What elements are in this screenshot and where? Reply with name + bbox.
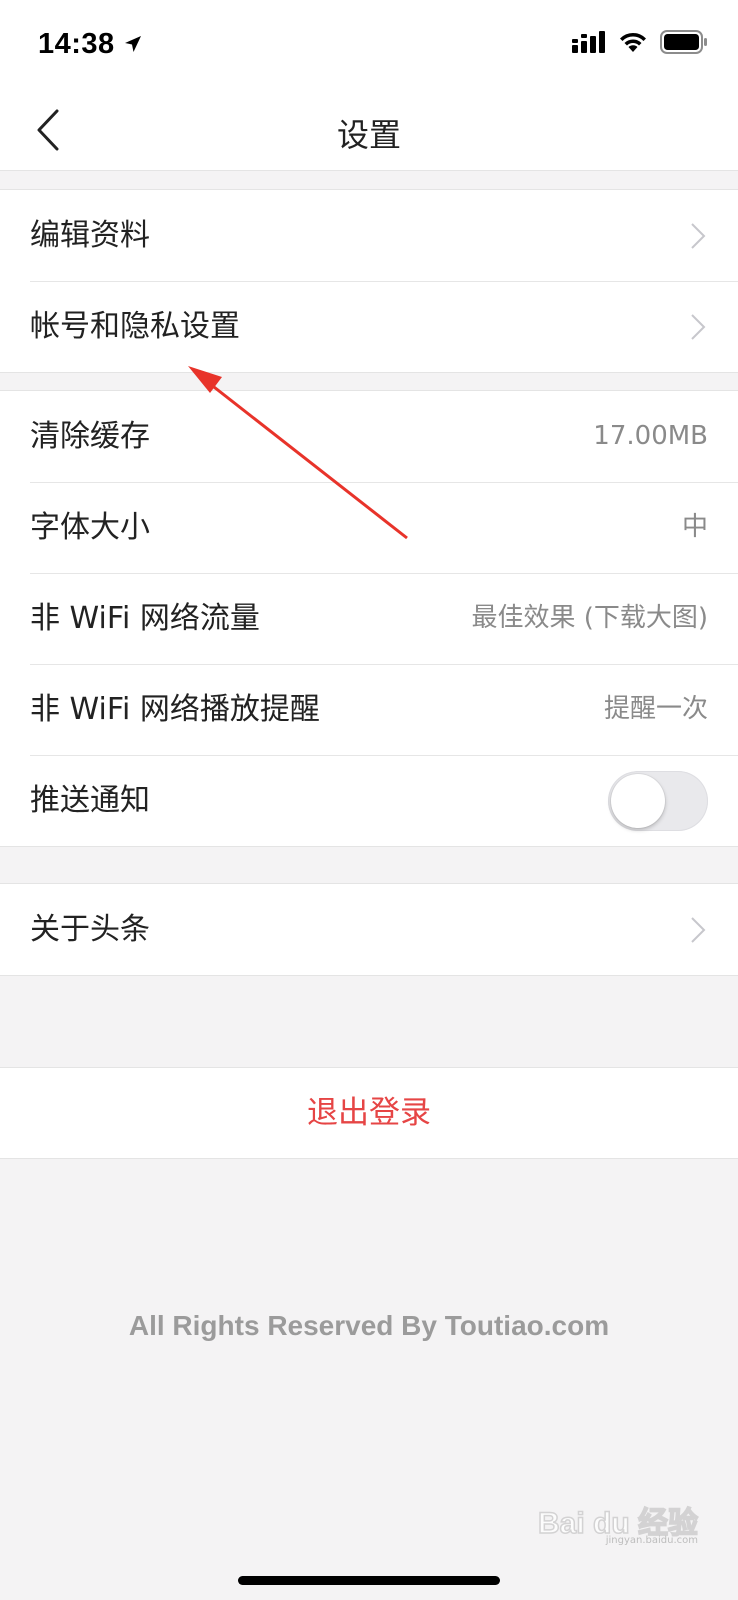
edit-profile-label: 编辑资料 <box>30 218 150 253</box>
account-privacy-row[interactable]: 帐号和隐私设置 <box>0 281 738 372</box>
font-size-label: 字体大小 <box>30 510 150 545</box>
account-privacy-label: 帐号和隐私设置 <box>30 309 240 344</box>
copyright-text: All Rights Reserved By Toutiao.com <box>128 1310 610 1341</box>
edit-profile-row[interactable]: 编辑资料 <box>0 190 738 281</box>
battery-icon <box>660 30 707 54</box>
push-notification-toggle[interactable] <box>608 771 708 831</box>
non-wifi-play-alert-row[interactable]: 非 WiFi 网络播放提醒 提醒一次 <box>0 664 738 755</box>
non-wifi-play-alert-value: 提醒一次 <box>603 694 708 724</box>
about-toutiao-label: 关于头条 <box>30 912 150 947</box>
chevron-right-icon <box>691 223 706 249</box>
nav-bar: 设置 <box>0 90 738 171</box>
non-wifi-traffic-label: 非 WiFi 网络流量 <box>30 601 260 636</box>
watermark-url: jingyan.baidu.com <box>605 1535 698 1546</box>
status-bar: 14:38 <box>0 0 738 90</box>
about-toutiao-row[interactable]: 关于头条 <box>0 884 738 975</box>
clear-cache-row[interactable]: 清除缓存 17.00MB <box>0 391 738 482</box>
home-indicator <box>238 1576 500 1585</box>
status-time: 14:38 <box>38 28 143 61</box>
wifi-icon <box>620 32 646 52</box>
push-notification-label: 推送通知 <box>30 783 150 818</box>
page-title: 设置 <box>336 116 401 154</box>
settings-group: 清除缓存 17.00MB 字体大小 中 非 WiFi 网络流量 最佳效果 (下载… <box>0 390 738 847</box>
push-notification-row: 推送通知 <box>0 755 738 846</box>
cache-size-value: 17.00MB <box>593 421 708 451</box>
signal-icon <box>572 31 605 53</box>
chevron-right-icon <box>691 314 706 340</box>
about-group: 关于头条 <box>0 883 738 976</box>
status-icons <box>572 30 708 54</box>
status-time-text: 14:38 <box>38 28 115 60</box>
non-wifi-play-alert-label: 非 WiFi 网络播放提醒 <box>30 692 320 727</box>
toggle-knob <box>611 774 665 828</box>
non-wifi-traffic-row[interactable]: 非 WiFi 网络流量 最佳效果 (下载大图) <box>0 573 738 664</box>
non-wifi-traffic-value: 最佳效果 (下载大图) <box>471 603 708 633</box>
chevron-right-icon <box>691 917 706 943</box>
location-arrow-icon <box>125 36 142 52</box>
logout-button[interactable]: 退出登录 <box>0 1067 738 1159</box>
profile-group: 编辑资料 帐号和隐私设置 <box>0 189 738 373</box>
font-size-value: 中 <box>681 512 708 542</box>
font-size-row[interactable]: 字体大小 中 <box>0 482 738 573</box>
clear-cache-label: 清除缓存 <box>30 419 150 454</box>
